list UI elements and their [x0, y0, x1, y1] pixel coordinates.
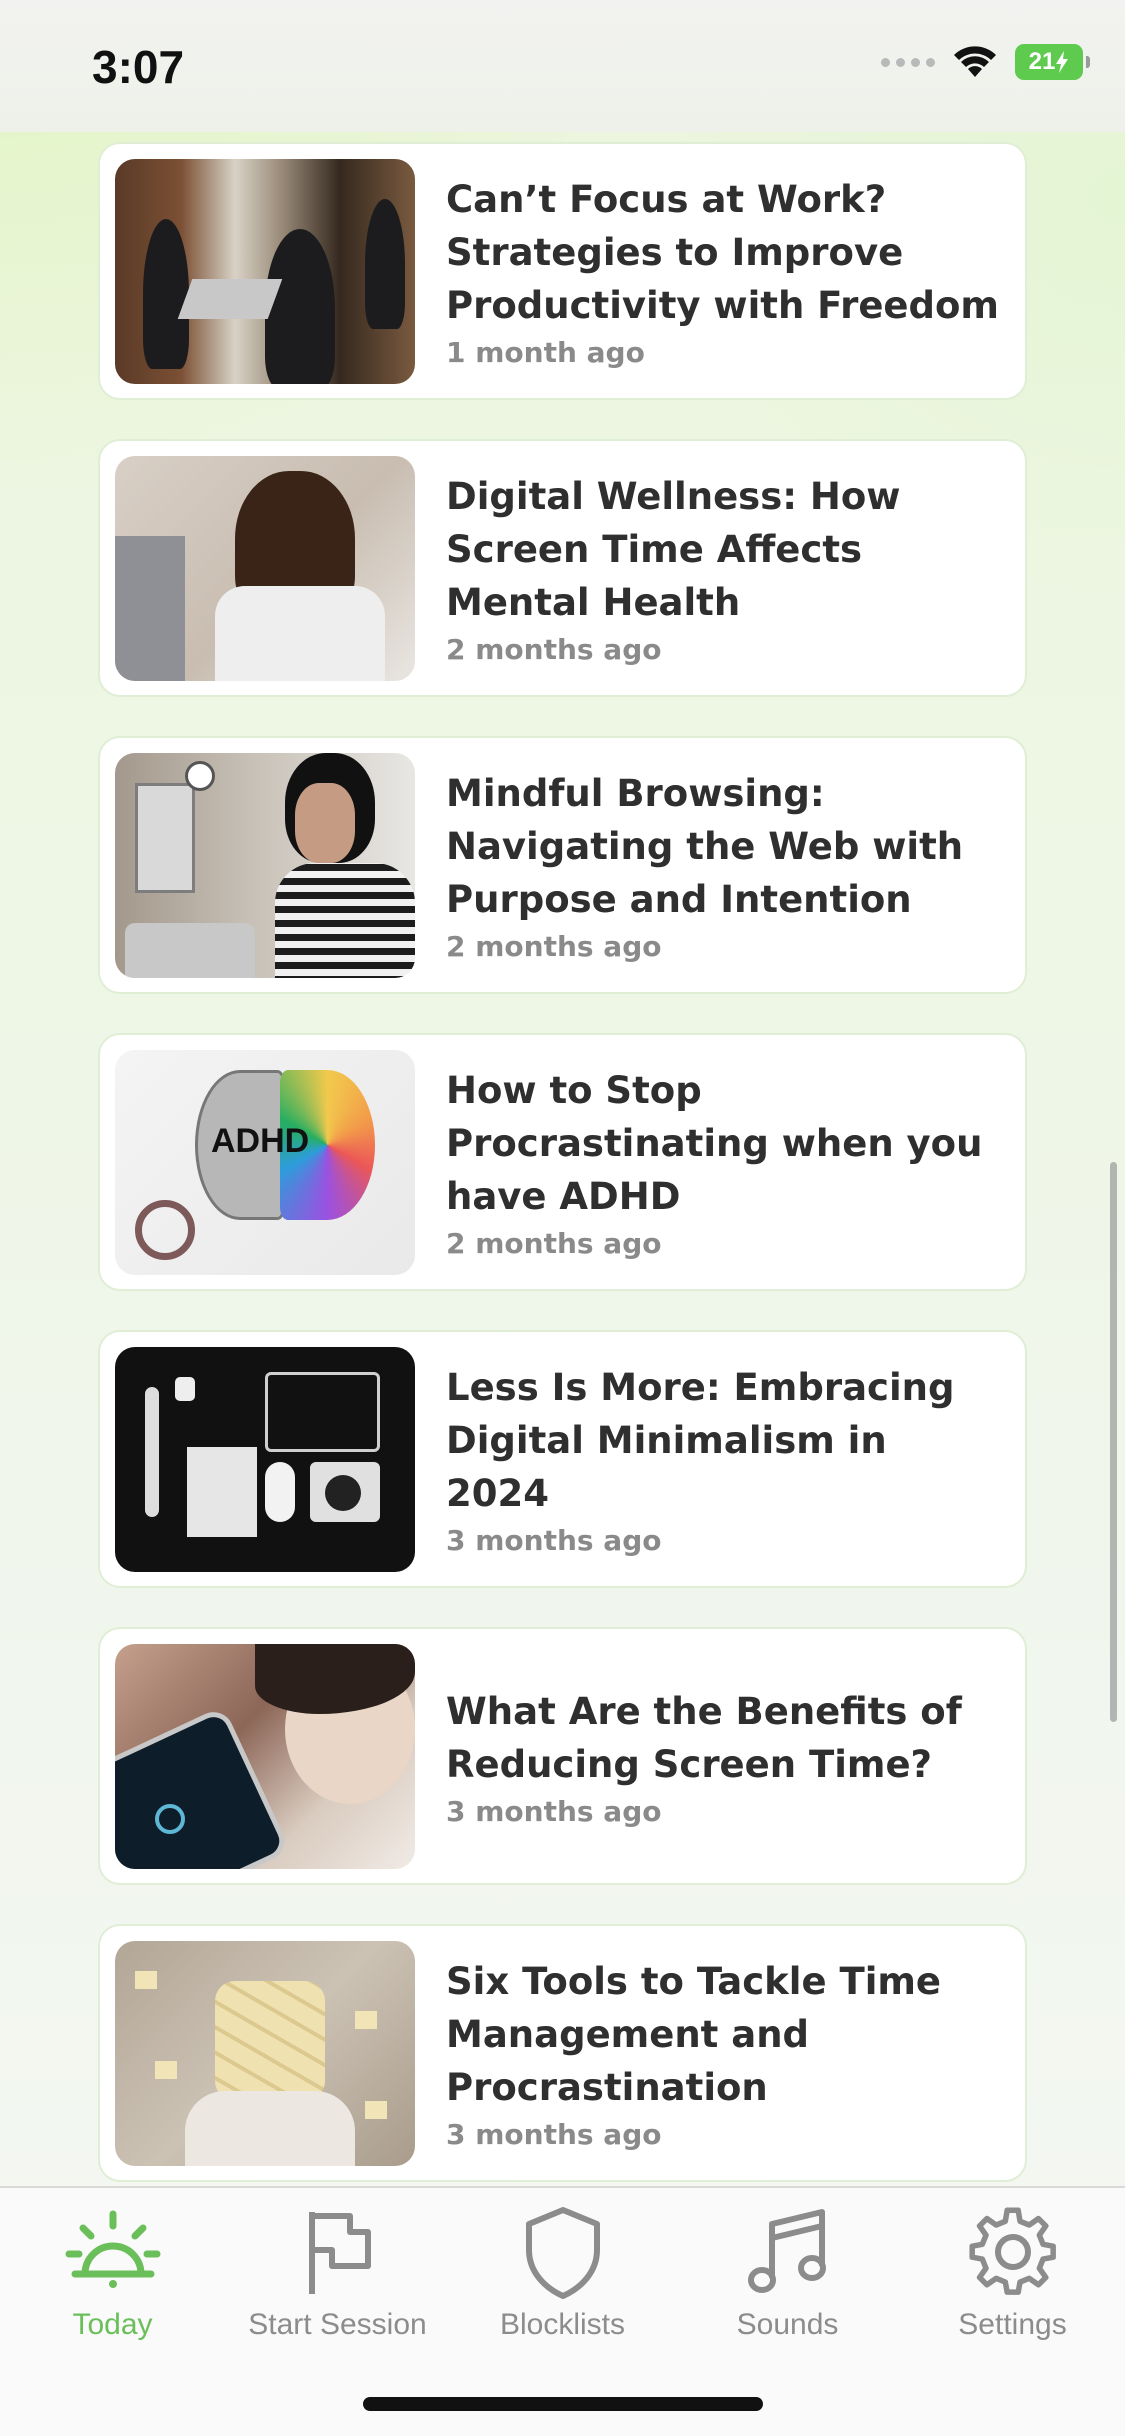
devices-flatlay-photo — [115, 1346, 415, 1572]
article-title: What Are the Benefits of Reducing Screen… — [446, 1689, 962, 1786]
tab-today[interactable]: Today — [0, 2202, 225, 2342]
tab-label: Start Session — [248, 2308, 427, 2341]
article-card[interactable]: ADHD How to Stop Procrastinating when yo… — [98, 1033, 1027, 1291]
sticky-notes-person-photo — [115, 1940, 415, 2166]
office-team-photo — [115, 158, 415, 384]
article-date: 3 months ago — [446, 1524, 662, 1557]
article-feed: Can’t Focus at Work? Strategies to Impro… — [98, 142, 1027, 2221]
article-card[interactable]: What Are the Benefits of Reducing Screen… — [98, 1627, 1027, 1885]
wifi-icon — [954, 46, 996, 77]
article-date: 2 months ago — [446, 1227, 662, 1260]
article-title: Less Is More: Embracing Digital Minimali… — [446, 1366, 955, 1515]
tab-label: Sounds — [736, 2308, 839, 2341]
adhd-brain-illustration: ADHD — [115, 1049, 415, 1275]
article-date: 3 months ago — [446, 2118, 662, 2151]
flag-icon — [308, 2212, 371, 2294]
article-card[interactable]: Can’t Focus at Work? Strategies to Impro… — [98, 142, 1027, 400]
charging-bolt-icon — [1056, 51, 1069, 73]
gear-icon — [968, 2207, 1056, 2295]
article-card[interactable]: Six Tools to Tackle Time Management and … — [98, 1924, 1027, 2182]
article-date: 1 month ago — [446, 336, 645, 369]
article-title: Six Tools to Tackle Time Management and … — [446, 1960, 942, 2109]
article-date: 2 months ago — [446, 930, 662, 963]
article-card[interactable]: Mindful Browsing: Navigating the Web wit… — [98, 736, 1027, 994]
tab-start-session[interactable]: Start Session — [225, 2202, 450, 2342]
battery-level: 21 — [1028, 48, 1056, 75]
tab-sounds[interactable]: Sounds — [675, 2202, 900, 2342]
article-card[interactable]: Less Is More: Embracing Digital Minimali… — [98, 1330, 1027, 1588]
article-title: Can’t Focus at Work? Strategies to Impro… — [446, 178, 999, 327]
status-time: 3:07 — [92, 41, 185, 93]
cellular-signal-icon — [881, 57, 935, 67]
article-date: 3 months ago — [446, 1794, 662, 1828]
tab-label: Blocklists — [499, 2308, 626, 2341]
status-icons: 21 — [881, 44, 1090, 80]
tab-settings[interactable]: Settings — [900, 2202, 1125, 2342]
article-card[interactable]: Digital Wellness: How Screen Time Affect… — [98, 439, 1027, 697]
tab-blocklists[interactable]: Blocklists — [450, 2202, 675, 2342]
adhd-label: ADHD — [211, 1121, 310, 1160]
music-note-icon — [747, 2209, 826, 2293]
battery-icon: 21 — [1015, 44, 1090, 80]
tab-label: Today — [72, 2308, 153, 2341]
person-phone-bed-photo — [115, 1643, 415, 1869]
article-date: 2 months ago — [446, 633, 662, 666]
article-title: Mindful Browsing: Navigating the Web wit… — [446, 772, 964, 921]
shield-icon — [525, 2207, 600, 2299]
scroll-indicator[interactable] — [1110, 1162, 1117, 1722]
home-indicator[interactable] — [363, 2397, 763, 2411]
article-title: How to Stop Procrastinating when you hav… — [446, 1069, 983, 1218]
woman-phone-photo — [115, 752, 415, 978]
sunrise-alarm-icon — [65, 2210, 160, 2288]
article-title: Digital Wellness: How Screen Time Affect… — [446, 475, 901, 624]
status-bar: 3:07 21 — [0, 0, 1125, 132]
tab-label: Settings — [958, 2308, 1067, 2341]
stressed-man-laptop-photo — [115, 455, 415, 681]
